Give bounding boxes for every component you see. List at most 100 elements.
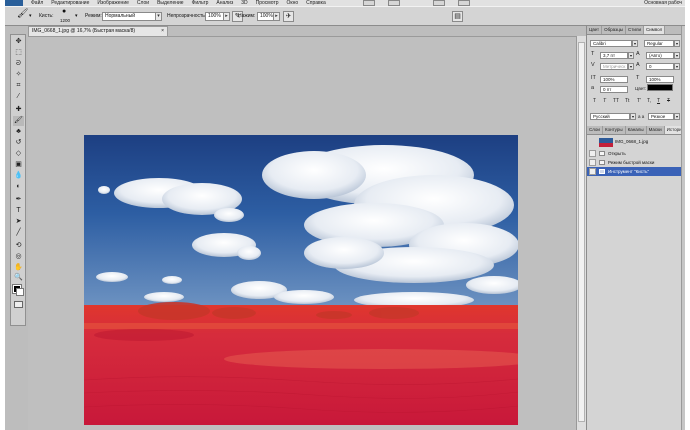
hand-tool-icon[interactable]: ✋ [13, 263, 24, 273]
crop-tool-icon[interactable]: ⌗ [13, 81, 24, 91]
all-caps-button[interactable]: TT [613, 98, 619, 105]
chevron-down-icon[interactable]: ▾ [628, 52, 634, 59]
eraser-icon[interactable]: ◇ [13, 149, 24, 159]
history-source-checkbox[interactable] [589, 150, 596, 157]
right-panel-dock: Цвет Образцы Стили Символ Calibri ▾ Regu… [586, 26, 685, 430]
tab-paths[interactable]: Контуры [603, 126, 626, 134]
healing-brush-icon[interactable]: ✚ [13, 105, 24, 115]
close-icon[interactable]: × [161, 27, 164, 36]
chevron-down-icon[interactable]: ▾ [674, 52, 680, 59]
history-snapshot[interactable]: IMG_0668_1.jpg [587, 136, 685, 148]
opacity-slider-icon[interactable]: ▸ [223, 12, 230, 21]
tracking-field[interactable]: 0 [646, 63, 674, 70]
horizontal-scale-field[interactable]: 100% [646, 76, 674, 83]
opacity-label: Непрозрачность: [167, 13, 207, 19]
antialias-select[interactable]: Резкое [648, 113, 674, 120]
chevron-down-icon[interactable]: ▾ [155, 12, 162, 21]
quick-select-icon[interactable]: ✧ [13, 70, 24, 80]
faux-bold-button[interactable]: T [593, 98, 596, 105]
brush-preset-icon[interactable]: 🖌 [17, 9, 28, 18]
brush-tip-icon[interactable]: ● [62, 8, 66, 15]
chevron-down-icon[interactable]: ▾ [674, 113, 680, 120]
vertical-scrollbar[interactable] [576, 36, 586, 430]
kerning-field[interactable]: Метрическ [600, 63, 628, 70]
character-panel-tabs: Цвет Образцы Стили Символ [587, 26, 685, 35]
move-tool-icon[interactable]: ✥ [13, 37, 24, 47]
lasso-tool-icon[interactable]: ᘐ [13, 59, 24, 69]
document-image[interactable] [84, 135, 518, 425]
3d-camera-icon[interactable]: ◎ [13, 252, 24, 262]
subscript-button[interactable]: T, [647, 98, 651, 105]
background-color-swatch[interactable] [16, 288, 24, 296]
opacity-field[interactable]: 100% [205, 12, 224, 21]
document-icon [599, 151, 605, 156]
pen-tool-icon[interactable]: ✒ [13, 195, 24, 205]
tab-styles[interactable]: Стили [626, 26, 644, 34]
blend-mode-select[interactable]: Нормальный [102, 12, 158, 21]
brush-step-icon [599, 169, 605, 174]
snapshot-label: IMG_0668_1.jpg [615, 139, 649, 144]
preset-dropdown-icon[interactable]: ▾ [29, 13, 32, 20]
history-brush-icon[interactable]: ↺ [13, 138, 24, 148]
brush-label: Кисть: [39, 13, 54, 19]
3d-rotate-icon[interactable]: ⟲ [13, 241, 24, 251]
superscript-button[interactable]: T' [637, 98, 641, 105]
quick-mask-button[interactable] [14, 301, 23, 308]
document-tab[interactable]: IMG_0668_1.jpg @ 16,7% (Быстрая маска/8)… [28, 26, 168, 36]
chevron-down-icon[interactable]: ▾ [674, 63, 680, 70]
chevron-down-icon[interactable]: ▾ [630, 113, 636, 120]
brush-panel-toggle-icon[interactable]: ▤ [452, 11, 463, 22]
vertical-scale-field[interactable]: 100% [600, 76, 628, 83]
history-step-selected[interactable]: Инструмент "Кисть" [587, 167, 685, 176]
horizontal-scale-icon: T [636, 75, 640, 81]
clone-stamp-icon[interactable]: ♣ [13, 127, 24, 137]
history-source-checkbox[interactable] [589, 159, 596, 166]
baseline-shift-field[interactable]: 0 пт [600, 86, 628, 93]
faux-italic-button[interactable]: T [603, 98, 606, 105]
history-source-checkbox[interactable] [589, 168, 596, 175]
airbrush-icon[interactable]: ✈ [283, 11, 294, 22]
strikethrough-button[interactable]: T [667, 98, 670, 105]
language-select[interactable]: Русский [590, 113, 630, 120]
photoshop-window: Файл Редактирование Изображение Слои Выд… [5, 0, 685, 430]
options-bar: 🖌 ▾ Кисть: ● 1200 ▾ Режим: Нормальный ▾ … [5, 6, 685, 26]
chevron-down-icon[interactable]: ▾ [674, 40, 680, 47]
brush-tool-icon[interactable]: 🖌 [13, 116, 24, 126]
marquee-tool-icon[interactable]: ⬚ [13, 48, 24, 58]
small-caps-button[interactable]: Tt [625, 98, 629, 105]
tab-color[interactable]: Цвет [587, 26, 603, 34]
tab-layers[interactable]: Слои [587, 126, 603, 134]
type-tool-icon[interactable]: T [13, 206, 24, 216]
shape-tool-icon[interactable]: ╱ [13, 228, 24, 238]
blur-icon[interactable]: 💧 [13, 171, 24, 181]
eyedropper-icon[interactable]: ⁄ [13, 92, 24, 102]
tab-swatches[interactable]: Образцы [602, 26, 627, 34]
tab-channels[interactable]: Каналы [626, 126, 647, 134]
flow-slider-icon[interactable]: ▸ [273, 12, 280, 21]
scrollbar-thumb[interactable] [578, 42, 585, 422]
canvas-area[interactable] [28, 36, 576, 430]
underline-button[interactable]: T [657, 98, 660, 105]
color-label: Цвет: [635, 86, 647, 91]
font-style-select[interactable]: Regular [644, 40, 674, 47]
panel-dock-edge[interactable] [681, 26, 685, 430]
dodge-icon[interactable]: ◐ [13, 182, 24, 192]
path-select-icon[interactable]: ➤ [13, 217, 24, 227]
font-size-field[interactable]: 3,7 пт [600, 52, 628, 59]
gradient-icon[interactable]: ▣ [13, 160, 24, 170]
brush-dropdown-icon[interactable]: ▾ [75, 13, 78, 20]
chevron-down-icon[interactable]: ▾ [632, 40, 638, 47]
history-step[interactable]: Открыть [587, 149, 685, 158]
tools-panel: ✥ ⬚ ᘐ ✧ ⌗ ⁄ ✚ 🖌 ♣ ↺ ◇ ▣ 💧 ◐ ✒ T ➤ ╱ ⟲ ◎ … [10, 34, 26, 326]
leading-field[interactable]: (Авто) [646, 52, 674, 59]
font-family-select[interactable]: Calibri [590, 40, 632, 47]
document-title: IMG_0668_1.jpg @ 16,7% (Быстрая маска/8) [32, 28, 136, 34]
mode-label: Режим: [85, 13, 102, 19]
zoom-tool-icon[interactable]: 🔍 [13, 273, 24, 283]
history-step[interactable]: Режим быстрой маски [587, 158, 685, 167]
tab-character[interactable]: Символ [643, 26, 666, 34]
tab-masks[interactable]: Маски [647, 126, 665, 134]
text-color-swatch[interactable] [647, 84, 673, 91]
chevron-down-icon[interactable]: ▾ [628, 63, 634, 70]
antialias-icon: a a [638, 114, 645, 119]
